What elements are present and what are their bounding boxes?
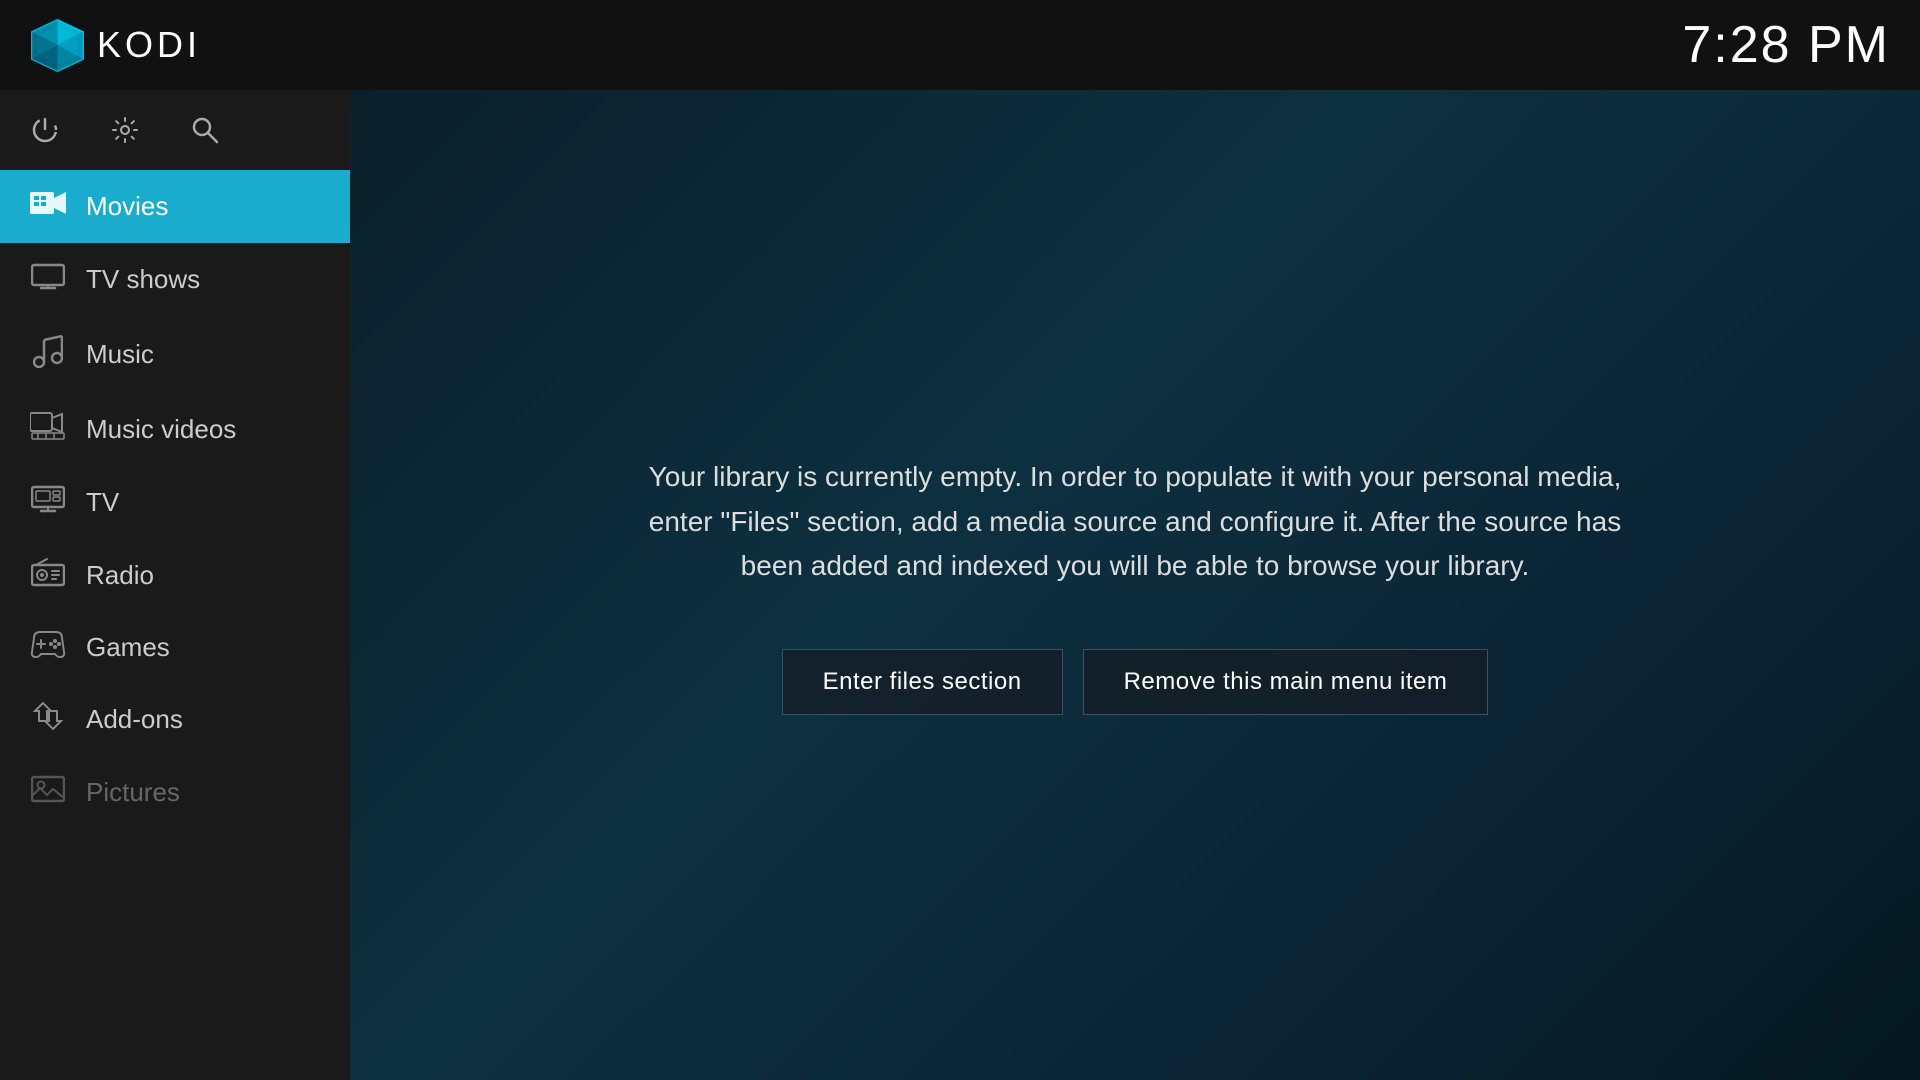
sidebar-item-radio[interactable]: Radio (0, 539, 350, 612)
action-buttons: Enter files section Remove this main men… (782, 649, 1489, 715)
app-title: KODI (97, 24, 201, 66)
sidebar-label-games: Games (86, 632, 170, 663)
sidebar: Movies TV shows (0, 90, 350, 1080)
movies-icon (30, 188, 66, 225)
sidebar-item-tv[interactable]: TV (0, 466, 350, 539)
pictures-icon (30, 774, 66, 811)
main-layout: Movies TV shows (0, 90, 1920, 1080)
music-icon (30, 334, 66, 375)
enter-files-button[interactable]: Enter files section (782, 649, 1063, 715)
sidebar-label-tv-shows: TV shows (86, 264, 200, 295)
tv-shows-icon (30, 261, 66, 298)
radio-icon (30, 557, 66, 594)
sidebar-label-pictures: Pictures (86, 777, 180, 808)
content-area: Your library is currently empty. In orde… (350, 90, 1920, 1080)
sidebar-item-tv-shows[interactable]: TV shows (0, 243, 350, 316)
sidebar-item-music[interactable]: Music (0, 316, 350, 393)
sidebar-label-music: Music (86, 339, 154, 370)
sidebar-item-pictures[interactable]: Pictures (0, 756, 350, 829)
search-button[interactable] (190, 115, 220, 145)
addons-icon (30, 701, 66, 738)
logo-area: KODI (30, 18, 201, 73)
sidebar-label-tv: TV (86, 487, 119, 518)
tv-icon (30, 484, 66, 521)
sidebar-label-movies: Movies (86, 191, 168, 222)
games-icon (30, 630, 66, 665)
time-display: 7:28 PM (1682, 15, 1890, 75)
sidebar-label-radio: Radio (86, 560, 154, 591)
kodi-logo-icon (30, 18, 85, 73)
sidebar-item-movies[interactable]: Movies (0, 170, 350, 243)
sidebar-label-music-videos: Music videos (86, 414, 236, 445)
empty-library-message: Your library is currently empty. In orde… (645, 455, 1625, 589)
top-bar: KODI 7:28 PM (0, 0, 1920, 90)
music-videos-icon (30, 411, 66, 448)
empty-library-text: Your library is currently empty. In orde… (645, 455, 1625, 589)
icon-toolbar (0, 90, 350, 170)
power-button[interactable] (30, 115, 60, 145)
sidebar-item-music-videos[interactable]: Music videos (0, 393, 350, 466)
sidebar-item-addons[interactable]: Add-ons (0, 683, 350, 756)
settings-button[interactable] (110, 115, 140, 145)
remove-menu-item-button[interactable]: Remove this main menu item (1083, 649, 1489, 715)
sidebar-label-addons: Add-ons (86, 704, 183, 735)
sidebar-item-games[interactable]: Games (0, 612, 350, 683)
